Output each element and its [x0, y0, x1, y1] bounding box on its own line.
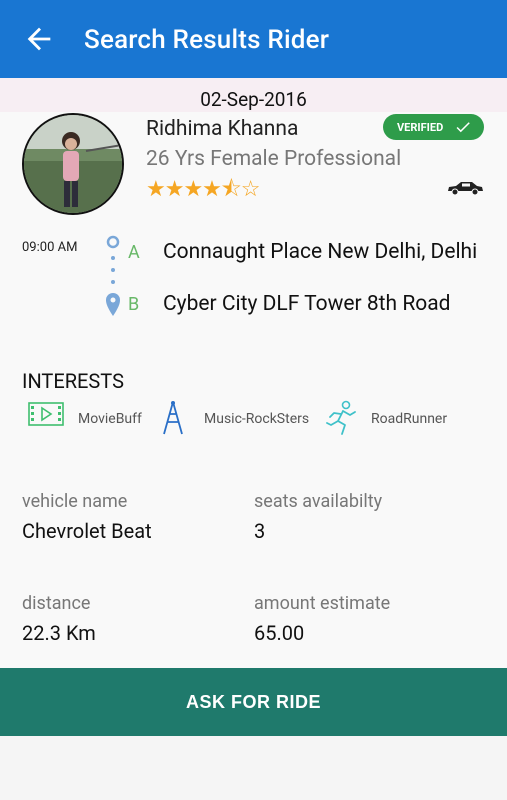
interest-label: MovieBuff [78, 411, 142, 427]
check-icon [456, 122, 470, 133]
tower-icon [163, 401, 183, 435]
interest-label: RoadRunner [371, 411, 448, 427]
distance-label: distance [22, 593, 91, 614]
rating-stars: ★★★★⯪☆ [146, 177, 260, 202]
verified-badge: VERIFIED [383, 114, 484, 140]
route-letter-b: B [128, 294, 140, 315]
ask-for-ride-button[interactable]: ASK FOR RIDE [0, 668, 507, 736]
interests-title: INTERESTS [22, 369, 124, 393]
car-icon [448, 182, 483, 196]
back-arrow-icon[interactable] [22, 22, 56, 56]
interest-item-music-rocksters: Music-RockSters [160, 400, 320, 436]
drop-address: Cyber City DLF Tower 8th Road [163, 292, 451, 316]
date-band: 02-Sep-2016 [0, 78, 507, 112]
interest-item-roadrunner: RoadRunner [325, 400, 455, 436]
amount-label: amount estimate [254, 593, 391, 614]
interest-item-moviebuff: MovieBuff [28, 400, 158, 436]
verified-label: VERIFIED [397, 121, 444, 134]
rider-meta: 26 Yrs Female Professional [146, 147, 402, 171]
pickup-address: Connaught Place New Delhi, Delhi [163, 240, 478, 264]
interest-label: Music-RockSters [204, 411, 310, 427]
runner-icon [326, 400, 356, 435]
route-line-icon [106, 235, 120, 316]
bottom-area [0, 736, 507, 800]
route-letter-a: A [128, 242, 140, 263]
seats-value: 3 [254, 519, 266, 543]
distance-value: 22.3 Km [22, 621, 96, 645]
vehicle-name-label: vehicle name [22, 491, 128, 512]
avatar[interactable] [22, 113, 124, 215]
seats-label: seats availabilty [254, 491, 383, 512]
app-bar: Search Results Rider [0, 0, 507, 78]
pickup-time: 09:00 AM [22, 240, 78, 255]
film-icon [28, 402, 64, 426]
page-title: Search Results Rider [84, 25, 330, 55]
vehicle-name-value: Chevrolet Beat [22, 519, 152, 543]
rider-name: Ridhima Khanna [146, 117, 299, 141]
trip-date: 02-Sep-2016 [200, 88, 307, 111]
amount-value: 65.00 [254, 621, 305, 645]
